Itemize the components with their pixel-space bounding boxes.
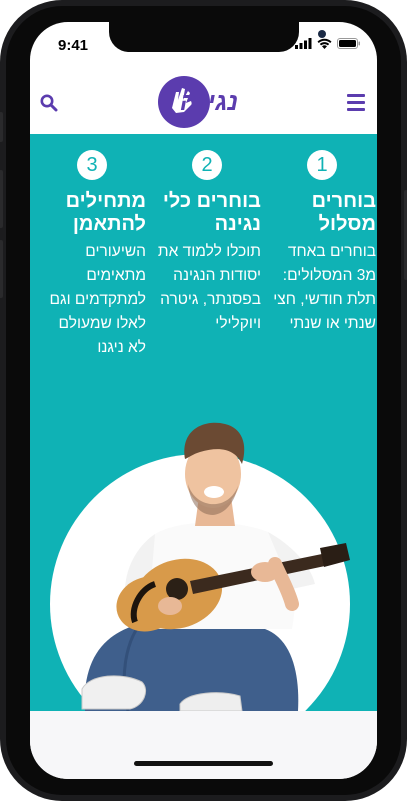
volume-down-button [0, 240, 3, 298]
volume-up-button [0, 170, 3, 228]
hero-section: 1 בוחרים מסלול בוחרים באחד מ3 המסלולים: … [30, 134, 377, 711]
battery-icon [337, 38, 360, 49]
mute-switch [0, 112, 3, 142]
site-header: נגינה [30, 72, 377, 134]
hamburger-menu-icon[interactable] [347, 94, 365, 111]
search-icon[interactable] [40, 94, 58, 112]
status-time: 9:41 [58, 37, 89, 54]
wifi-icon [317, 38, 332, 49]
notch [109, 22, 326, 52]
site-logo[interactable]: נגינה [158, 76, 253, 128]
bottom-area [30, 711, 377, 779]
phone-frame: 9:41 נגינה 1 בוחרים מסלול בוחרים באחד מ3… [0, 0, 407, 801]
signal-icon [295, 38, 312, 49]
screen: 9:41 נגינה 1 בוחרים מסלול בוחרים באחד מ3… [30, 22, 377, 779]
guitarist-photo [81, 422, 350, 711]
home-indicator[interactable] [134, 761, 273, 766]
status-icons [295, 38, 361, 49]
camera [318, 30, 326, 38]
logo-text: נגינה [180, 88, 238, 116]
